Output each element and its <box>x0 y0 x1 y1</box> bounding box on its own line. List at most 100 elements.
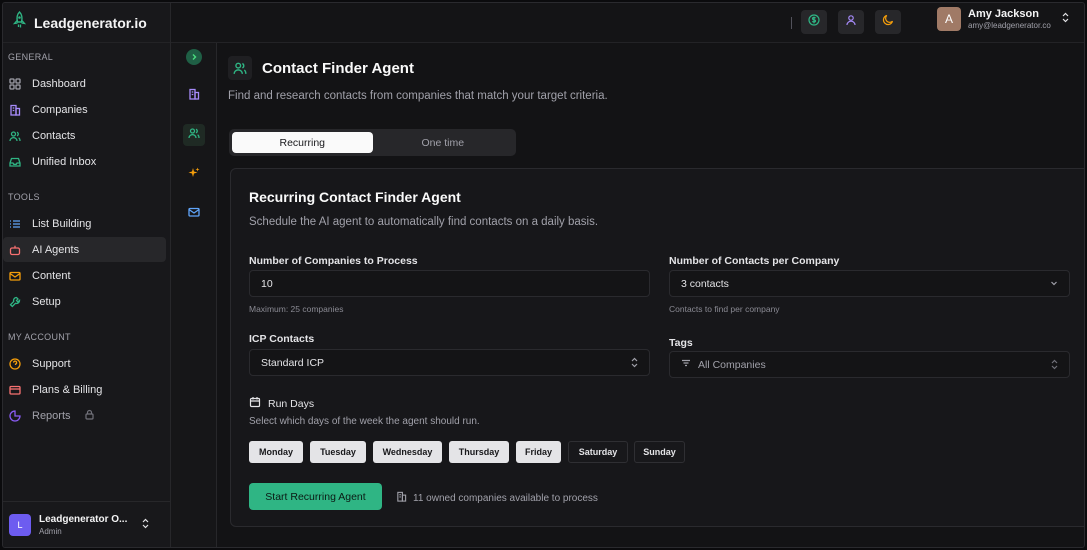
expand-rail-button[interactable] <box>186 49 202 65</box>
org-switcher[interactable]: L Leadgenerator O... Admin <box>3 501 171 547</box>
credit-card-icon <box>8 383 21 396</box>
users-icon <box>228 56 252 80</box>
sidebar-item-reports[interactable]: Reports <box>3 403 166 428</box>
run-days-help: Select which days of the week the agent … <box>249 416 480 427</box>
account-button[interactable] <box>838 10 864 34</box>
tags-select-value: All Companies <box>698 358 766 371</box>
sidebar-item-list-building[interactable]: List Building <box>3 211 166 236</box>
sidebar-item-setup[interactable]: Setup <box>3 289 166 314</box>
available-companies-text: 11 owned companies available to process <box>413 492 598 504</box>
contacts-select[interactable]: 3 contacts <box>669 270 1070 297</box>
sidebar-item-label: List Building <box>32 217 92 230</box>
card-title: Recurring Contact Finder Agent <box>249 189 461 205</box>
avatar: A <box>937 7 961 31</box>
chevrons-up-down-icon <box>1061 10 1070 28</box>
org-name: Leadgenerator O... <box>39 513 128 525</box>
day-sunday[interactable]: Sunday <box>634 441 685 463</box>
day-thursday[interactable]: Thursday <box>449 441 509 463</box>
section-general: GENERAL <box>8 51 54 62</box>
users-icon <box>188 126 200 144</box>
page-header: Contact Finder Agent <box>228 56 414 80</box>
grid-icon <box>8 77 21 90</box>
tab-recurring[interactable]: Recurring <box>232 132 373 153</box>
sidebar: Leadgenerator.io GENERAL Dashboard Compa… <box>3 3 171 547</box>
day-friday[interactable]: Friday <box>516 441 561 463</box>
sidebar-item-label: Contacts <box>32 129 76 142</box>
recurring-agent-card: Recurring Contact Finder Agent Schedule … <box>230 168 1084 527</box>
tags-label: Tags <box>669 337 693 349</box>
section-tools: TOOLS <box>8 191 40 202</box>
sidebar-item-label: AI Agents <box>32 243 80 256</box>
sidebar-item-unified-inbox[interactable]: Unified Inbox <box>3 149 166 174</box>
rail-companies-button[interactable] <box>183 85 205 107</box>
mail-icon <box>188 205 200 223</box>
rail-contacts-button[interactable] <box>183 124 205 146</box>
run-days-header: Run Days <box>249 395 314 413</box>
rocket-icon <box>11 11 28 34</box>
chevrons-up-down-icon <box>630 357 639 371</box>
run-days-label: Run Days <box>268 398 315 410</box>
user-icon <box>845 13 857 31</box>
help-circle-icon <box>8 357 21 370</box>
inbox-icon <box>8 155 21 168</box>
rail-sparkles-button[interactable] <box>183 164 205 186</box>
companies-field[interactable] <box>249 270 650 297</box>
sidebar-item-ai-agents[interactable]: AI Agents <box>3 237 166 262</box>
sidebar-item-support[interactable]: Support <box>3 351 166 376</box>
page-title: Contact Finder Agent <box>262 59 414 77</box>
sidebar-item-content[interactable]: Content <box>3 263 166 288</box>
start-recurring-agent-button[interactable]: Start Recurring Agent <box>249 483 382 510</box>
wrench-icon <box>8 295 21 308</box>
tags-select[interactable]: All Companies <box>669 351 1070 378</box>
user-email: amy@leadgenerator.co <box>968 21 1051 30</box>
building-icon <box>396 491 407 505</box>
day-monday[interactable]: Monday <box>249 441 303 463</box>
icp-label: ICP Contacts <box>249 333 315 345</box>
companies-input[interactable] <box>261 277 638 290</box>
day-tuesday[interactable]: Tuesday <box>310 441 366 463</box>
org-avatar: L <box>9 513 31 536</box>
main-content: Contact Finder Agent Find and research c… <box>217 43 1084 547</box>
calendar-icon <box>249 395 261 413</box>
day-wednesday[interactable]: Wednesday <box>373 441 442 463</box>
chevrons-up-down-icon <box>1050 359 1059 373</box>
dollar-circle-icon <box>808 13 820 31</box>
mode-tabs: Recurring One time <box>229 129 516 156</box>
day-saturday[interactable]: Saturday <box>568 441 628 463</box>
building-icon <box>188 87 200 105</box>
chevrons-up-down-icon <box>141 516 150 534</box>
chevron-right-icon <box>190 48 198 66</box>
sidebar-item-contacts[interactable]: Contacts <box>3 123 166 148</box>
section-my-account: MY ACCOUNT <box>8 331 71 342</box>
sidebar-item-label: Plans & Billing <box>32 383 103 396</box>
icp-select-value: Standard ICP <box>261 356 325 369</box>
sidebar-item-label: Content <box>32 269 71 282</box>
sidebar-item-label: Reports <box>32 409 71 422</box>
topbar-divider <box>791 17 792 29</box>
contacts-label: Number of Contacts per Company <box>669 255 840 267</box>
theme-toggle-button[interactable] <box>875 10 901 34</box>
filter-icon <box>681 358 691 371</box>
bot-icon <box>8 243 21 256</box>
mail-icon <box>8 269 21 282</box>
tab-one-time[interactable]: One time <box>373 132 514 153</box>
sidebar-item-companies[interactable]: Companies <box>3 97 166 122</box>
available-companies-note: 11 owned companies available to process <box>396 491 598 505</box>
rail-mail-button[interactable] <box>183 203 205 225</box>
pie-chart-icon <box>8 409 21 422</box>
sidebar-item-label: Support <box>32 357 71 370</box>
sidebar-item-plans-billing[interactable]: Plans & Billing <box>3 377 166 402</box>
sparkles-icon <box>188 166 200 184</box>
brand-logo[interactable]: Leadgenerator.io <box>3 3 170 43</box>
contacts-help: Contacts to find per company <box>669 304 780 314</box>
users-icon <box>8 129 21 142</box>
card-description: Schedule the AI agent to automatically f… <box>249 216 599 228</box>
companies-help: Maximum: 25 companies <box>249 304 344 314</box>
credits-button[interactable] <box>801 10 827 34</box>
icp-select[interactable]: Standard ICP <box>249 349 650 376</box>
brand-name: Leadgenerator.io <box>34 14 147 31</box>
sidebar-item-dashboard[interactable]: Dashboard <box>3 71 166 96</box>
sidebar-item-label: Dashboard <box>32 77 86 90</box>
org-role: Admin <box>39 526 62 536</box>
user-menu[interactable]: A Amy Jackson amy@leadgenerator.co <box>937 7 1070 31</box>
